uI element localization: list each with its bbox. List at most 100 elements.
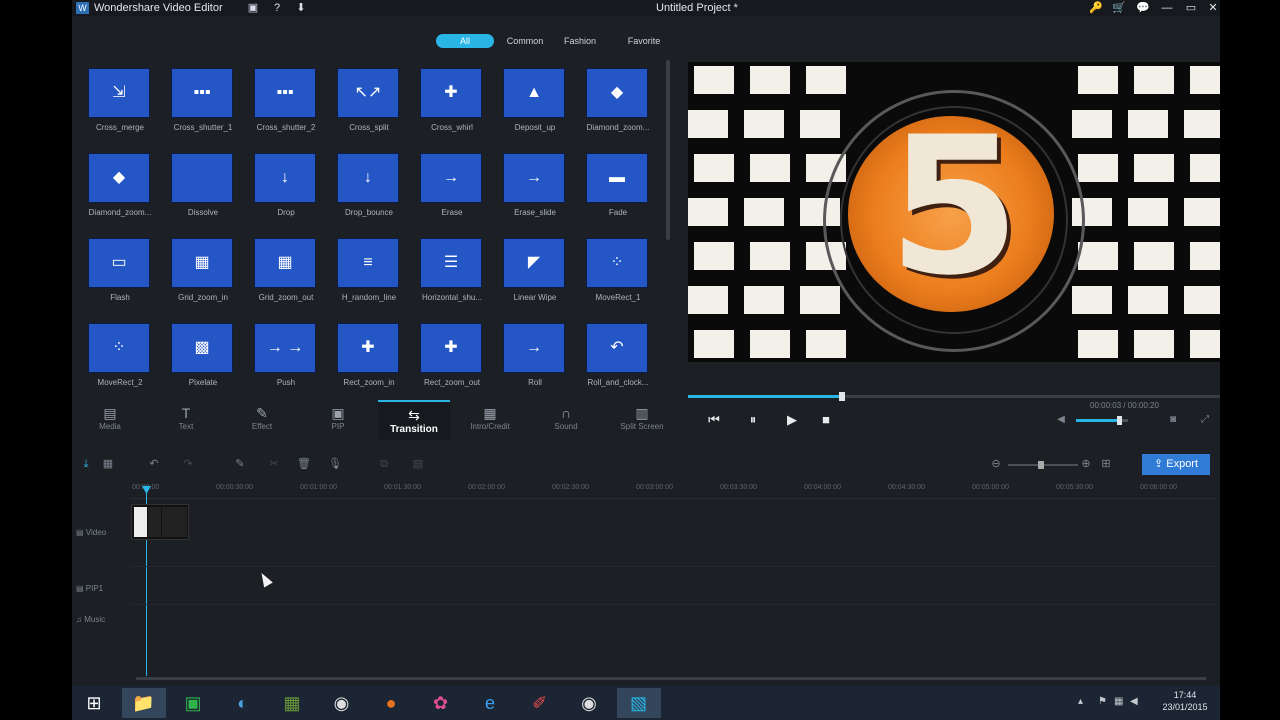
tool-tab[interactable]: ▣ PIP	[302, 400, 374, 438]
volume-icon[interactable]: ◀	[1052, 411, 1070, 429]
ruler-tick-label: 00:02:00:00	[468, 484, 505, 491]
redo-icon[interactable]: ↷	[180, 456, 196, 472]
timeline-scrollbar[interactable]	[136, 677, 1206, 680]
transition-tile[interactable]: ◤ Linear Wipe	[487, 234, 573, 312]
export-button[interactable]: ⇪ Export	[1142, 454, 1210, 475]
taskbar-app-icon[interactable]: ✐	[518, 688, 562, 718]
maximize-button[interactable]: ▭	[1180, 0, 1202, 16]
zoom-handle[interactable]	[1038, 461, 1044, 469]
library-scrollbar[interactable]	[666, 60, 670, 240]
taskbar-app-icon[interactable]: ▦	[270, 688, 314, 718]
transition-tile[interactable]: ◆ Diamond_zoom...	[570, 64, 656, 142]
transition-tile[interactable]: → Roll	[487, 319, 573, 397]
transition-tile[interactable]: ↓ Drop_bounce	[321, 149, 407, 227]
transition-tile[interactable]: ▩ Pixelate	[155, 319, 241, 397]
tool-tab[interactable]: ▥ Split Screen	[606, 400, 678, 438]
timeline-view-icon[interactable]: ⤓	[78, 456, 94, 472]
save-icon[interactable]: ▣	[246, 1, 260, 15]
detach-icon[interactable]: ⧉	[376, 456, 392, 472]
cart-icon[interactable]: 🛒	[1108, 0, 1130, 16]
transition-tile[interactable]: ⁘ MoveRect_1	[570, 234, 656, 312]
tray-expand-icon[interactable]: ▴	[1078, 696, 1083, 707]
transition-tile[interactable]: Dissolve	[155, 149, 241, 227]
register-key-icon[interactable]: 🔑	[1085, 0, 1107, 16]
pause-button[interactable]: ⏸	[744, 411, 762, 429]
volume-handle[interactable]	[1117, 416, 1123, 425]
video-clip[interactable]	[131, 504, 189, 540]
taskbar-app-icon[interactable]: ▣	[171, 688, 215, 718]
tray-flag-icon[interactable]: ⚑	[1098, 696, 1107, 707]
tool-tab[interactable]: ⇆ Transition	[378, 400, 450, 440]
zoom-out-icon[interactable]: ⊖	[988, 456, 1004, 472]
fit-timeline-icon[interactable]: ⊞	[1098, 456, 1114, 472]
edit-icon[interactable]: ✎	[232, 456, 248, 472]
volume-slider[interactable]	[1076, 416, 1128, 425]
next-frame-button[interactable]: ▶	[783, 411, 801, 429]
tool-tab[interactable]: ▦ Intro/Credit	[454, 400, 526, 438]
taskbar-app-icon[interactable]: ▧	[616, 688, 661, 718]
filter-favorite[interactable]: Favorite	[618, 34, 670, 48]
transition-tile[interactable]: ▬ Fade	[570, 149, 656, 227]
transition-thumbnail: →	[420, 153, 482, 203]
undo-icon[interactable]: ↶	[146, 456, 162, 472]
transition-tile[interactable]: ↶ Roll_and_clock...	[570, 319, 656, 397]
timeline-ruler[interactable]: 00:00:0000:00:30:0000:01:00:0000:01:30:0…	[130, 484, 1216, 499]
record-voice-icon[interactable]: 🎙	[327, 456, 343, 472]
transition-tile[interactable]: ✚ Rect_zoom_in	[321, 319, 407, 397]
transition-tile[interactable]: ⇲ Cross_merge	[72, 64, 158, 142]
taskbar-app-icon[interactable]: e	[468, 688, 512, 718]
tool-tab[interactable]: T Text	[150, 400, 222, 438]
storyboard-view-icon[interactable]: ▦	[100, 456, 116, 472]
delete-icon[interactable]: 🗑	[296, 456, 312, 472]
filter-fashion[interactable]: Fashion	[560, 34, 600, 48]
transition-tile[interactable]: → → Push	[238, 319, 324, 397]
cut-icon[interactable]: ✂	[266, 456, 282, 472]
zoom-in-icon[interactable]: ⊕	[1078, 456, 1094, 472]
tool-tab-label: Sound	[554, 422, 578, 431]
system-clock[interactable]: 17:44 23/01/2015	[1152, 689, 1218, 713]
transition-tile[interactable]: ✚ Cross_whirl	[404, 64, 490, 142]
taskbar-app-icon[interactable]: 📁	[121, 688, 166, 718]
scene-detect-icon[interactable]: ▤	[410, 456, 426, 472]
download-icon[interactable]: ⬇	[294, 1, 308, 15]
previous-frame-button[interactable]: ⏮	[705, 411, 723, 429]
transition-tile[interactable]: ▦ Grid_zoom_out	[238, 234, 324, 312]
transition-tile[interactable]: → Erase_slide	[487, 149, 573, 227]
tool-tab[interactable]: ▤ Media	[74, 400, 146, 438]
taskbar-app-icon[interactable]: ◐	[221, 688, 265, 718]
transition-tile[interactable]: ▭ Flash	[72, 234, 158, 312]
snapshot-icon[interactable]: ◙	[1164, 411, 1182, 429]
transition-tile[interactable]: ⁘ MoveRect_2	[72, 319, 158, 397]
transition-tile[interactable]: → Erase	[404, 149, 490, 227]
seek-handle[interactable]	[839, 392, 846, 401]
taskbar-app-icon[interactable]: ●	[369, 688, 413, 718]
stop-button[interactable]: ■	[817, 411, 835, 429]
tool-tab[interactable]: ∩ Sound	[530, 400, 602, 438]
start-button[interactable]: ⊞	[72, 688, 116, 718]
transition-tile[interactable]: ☰ Horizontal_shu...	[404, 234, 490, 312]
help-icon[interactable]: ?	[270, 1, 284, 15]
tray-network-icon[interactable]: ▦	[1114, 696, 1123, 707]
fullscreen-icon[interactable]: ⤢	[1196, 411, 1214, 429]
timeline-zoom-slider[interactable]	[1008, 461, 1078, 469]
taskbar-app-icon[interactable]: ✿	[419, 688, 463, 718]
transition-tile[interactable]: ▪▪▪ Cross_shutter_2	[238, 64, 324, 142]
filter-all[interactable]: All	[436, 34, 494, 48]
transition-tile[interactable]: ▪▪▪ Cross_shutter_1	[155, 64, 241, 142]
transition-tile[interactable]: ◆ Diamond_zoom...	[72, 149, 158, 227]
close-button[interactable]: ✕	[1202, 0, 1220, 16]
feedback-icon[interactable]: 💬	[1132, 0, 1154, 16]
taskbar-app-icon[interactable]: ◉	[567, 688, 611, 718]
tray-volume-icon[interactable]: ◀	[1130, 696, 1138, 707]
transition-tile[interactable]: ▦ Grid_zoom_in	[155, 234, 241, 312]
transition-tile[interactable]: ▲ Deposit_up	[487, 64, 573, 142]
transition-tile[interactable]: ↖↗ Cross_split	[321, 64, 407, 142]
minimize-button[interactable]: —	[1156, 0, 1178, 16]
transition-tile[interactable]: ↓ Drop	[238, 149, 324, 227]
transition-tile[interactable]: ≡ H_random_line	[321, 234, 407, 312]
seek-bar[interactable]	[688, 392, 1220, 401]
transition-tile[interactable]: ✚ Rect_zoom_out	[404, 319, 490, 397]
filter-common[interactable]: Common	[502, 34, 548, 48]
tool-tab[interactable]: ✎ Effect	[226, 400, 298, 438]
taskbar-app-icon[interactable]: ◉	[320, 688, 364, 718]
